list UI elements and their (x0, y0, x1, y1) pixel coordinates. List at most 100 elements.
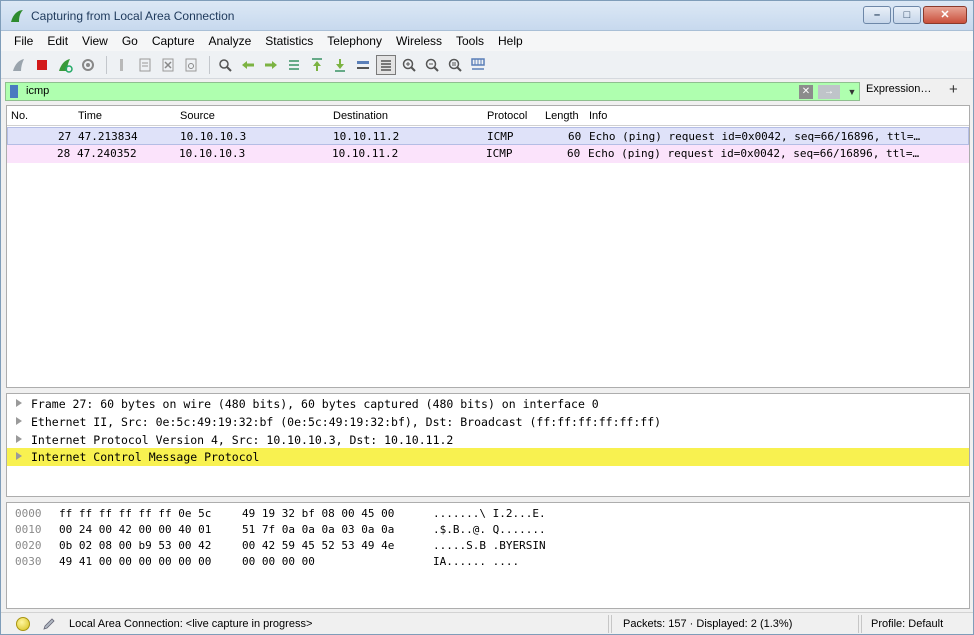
profile-status-text[interactable]: Profile: Default (871, 618, 943, 630)
capture-options-icon (82, 58, 94, 71)
status-separator (858, 615, 862, 633)
go-back-button[interactable] (238, 55, 258, 75)
resize-columns-icon (471, 57, 485, 70)
close-file-button[interactable] (158, 55, 178, 75)
go-forward-button[interactable] (261, 55, 281, 75)
minimize-icon: – (873, 9, 881, 21)
display-filter-input[interactable]: icmp ✕ → ▼ (5, 82, 860, 101)
find-packet-icon (219, 58, 232, 72)
open-file-button[interactable] (112, 55, 132, 75)
packet-length: 60 (567, 147, 581, 160)
bytes-hex-right: 51 7f 0a 0a 0a 03 0a 0a (242, 523, 395, 536)
close-icon: ✕ (940, 9, 950, 21)
restart-capture-button[interactable] (55, 55, 75, 75)
detail-row-ethernet[interactable]: Ethernet II, Src: 0e:5c:49:19:32:bf (0e:… (7, 413, 969, 431)
packet-source: 10.10.10.3 (180, 130, 247, 143)
detail-row-icmp[interactable]: Internet Control Message Protocol (7, 448, 969, 466)
minimize-button[interactable]: – (863, 6, 891, 24)
bytes-row[interactable]: 0000 ff ff ff ff ff ff 0e 5c 49 19 32 bf… (7, 506, 969, 522)
shark-fin-start-icon (13, 58, 24, 71)
expand-arrow-icon[interactable] (16, 452, 22, 460)
maximize-button[interactable]: □ (893, 6, 921, 24)
menu-go[interactable]: Go (115, 31, 145, 51)
packets-status-text: Packets: 157 · Displayed: 2 (1.3%) (623, 618, 793, 630)
detail-row-ipv4[interactable]: Internet Protocol Version 4, Src: 10.10.… (7, 431, 969, 449)
packet-info: Echo (ping) request id=0x0042, seq=66/16… (588, 147, 920, 160)
wireshark-logo-icon (11, 10, 23, 22)
close-button[interactable]: ✕ (923, 6, 967, 24)
auto-scroll-button[interactable] (353, 55, 373, 75)
open-file-icon (120, 58, 123, 71)
packet-row[interactable]: 27 47.213834 10.10.10.3 10.10.11.2 ICMP … (7, 127, 969, 145)
expand-arrow-icon[interactable] (16, 417, 22, 425)
capture-comment-icon[interactable] (41, 616, 57, 632)
packet-list-pane[interactable]: No. Time Source Destination Protocol Len… (6, 105, 970, 388)
packet-destination: 10.10.11.2 (333, 130, 400, 143)
menu-file[interactable]: File (7, 31, 40, 51)
packet-details-pane[interactable]: Frame 27: 60 bytes on wire (480 bits), 6… (6, 393, 970, 497)
column-header-source[interactable]: Source (180, 110, 215, 122)
colorize-icon (381, 59, 391, 71)
colorize-button[interactable] (376, 54, 396, 75)
bytes-hex-right: 49 19 32 bf 08 00 45 00 (242, 507, 395, 520)
column-header-time[interactable]: Time (78, 110, 102, 122)
packet-row[interactable]: 28 47.240352 10.10.10.3 10.10.11.2 ICMP … (7, 145, 969, 163)
packet-bytes-pane[interactable]: 0000 ff ff ff ff ff ff 0e 5c 49 19 32 bf… (6, 502, 970, 609)
column-header-no[interactable]: No. (11, 110, 28, 122)
close-file-icon (162, 58, 174, 71)
go-to-packet-button[interactable] (284, 55, 304, 75)
resize-columns-button[interactable] (468, 55, 488, 75)
display-filter-bar: icmp ✕ → ▼ Expression… + (5, 81, 971, 102)
start-capture-button[interactable] (9, 55, 29, 75)
add-filter-button[interactable]: + (949, 81, 958, 98)
zoom-out-button[interactable] (422, 55, 442, 75)
detail-text: Internet Control Message Protocol (31, 450, 260, 464)
normal-size-icon (448, 58, 462, 72)
menu-help[interactable]: Help (491, 31, 530, 51)
bytes-ascii: IA...... .... (433, 555, 520, 568)
bytes-row[interactable]: 0030 49 41 00 00 00 00 00 00 00 00 00 00… (7, 554, 969, 570)
expand-arrow-icon[interactable] (16, 435, 22, 443)
expand-arrow-icon[interactable] (16, 399, 22, 407)
bookmark-icon[interactable] (10, 85, 18, 98)
display-filter-value[interactable]: icmp (26, 85, 49, 97)
menu-statistics[interactable]: Statistics (258, 31, 320, 51)
find-packet-button[interactable] (215, 55, 235, 75)
expression-button[interactable]: Expression… (866, 83, 931, 95)
menu-tools[interactable]: Tools (449, 31, 491, 51)
reload-file-button[interactable] (181, 55, 201, 75)
menu-wireless[interactable]: Wireless (389, 31, 449, 51)
go-first-button[interactable] (307, 55, 327, 75)
save-file-button[interactable] (135, 55, 155, 75)
column-header-length[interactable]: Length (545, 110, 579, 122)
menu-edit[interactable]: Edit (40, 31, 75, 51)
clear-filter-button[interactable]: ✕ (799, 85, 813, 99)
toolbar-separator (106, 55, 107, 74)
apply-filter-button[interactable]: → (818, 85, 840, 99)
maximize-icon: □ (903, 9, 911, 21)
capture-options-button[interactable] (78, 55, 98, 75)
filter-history-dropdown[interactable]: ▼ (846, 85, 858, 99)
bytes-row[interactable]: 0010 00 24 00 42 00 00 40 01 51 7f 0a 0a… (7, 522, 969, 538)
bytes-row[interactable]: 0020 0b 02 08 00 b9 53 00 42 00 42 59 45… (7, 538, 969, 554)
detail-row-frame[interactable]: Frame 27: 60 bytes on wire (480 bits), 6… (7, 395, 969, 413)
menu-analyze[interactable]: Analyze (202, 31, 259, 51)
bytes-hex-left: 00 24 00 42 00 00 40 01 (59, 523, 212, 536)
menu-capture[interactable]: Capture (145, 31, 202, 51)
stop-capture-button[interactable] (32, 55, 52, 75)
expert-info-icon[interactable] (16, 617, 30, 631)
menu-telephony[interactable]: Telephony (320, 31, 389, 51)
menu-bar: File Edit View Go Capture Analyze Statis… (1, 31, 973, 51)
bytes-offset: 0030 (15, 555, 42, 568)
title-bar: Capturing from Local Area Connection – □… (1, 1, 973, 31)
zoom-in-button[interactable] (399, 55, 419, 75)
packet-info: Echo (ping) request id=0x0042, seq=66/16… (589, 130, 921, 143)
menu-view[interactable]: View (75, 31, 115, 51)
detail-text: Ethernet II, Src: 0e:5c:49:19:32:bf (0e:… (31, 415, 662, 429)
go-last-button[interactable] (330, 55, 350, 75)
column-header-info[interactable]: Info (589, 110, 607, 122)
normal-size-button[interactable] (445, 55, 465, 75)
column-header-destination[interactable]: Destination (333, 110, 388, 122)
wireshark-window: Capturing from Local Area Connection – □… (0, 0, 974, 635)
column-header-protocol[interactable]: Protocol (487, 110, 527, 122)
